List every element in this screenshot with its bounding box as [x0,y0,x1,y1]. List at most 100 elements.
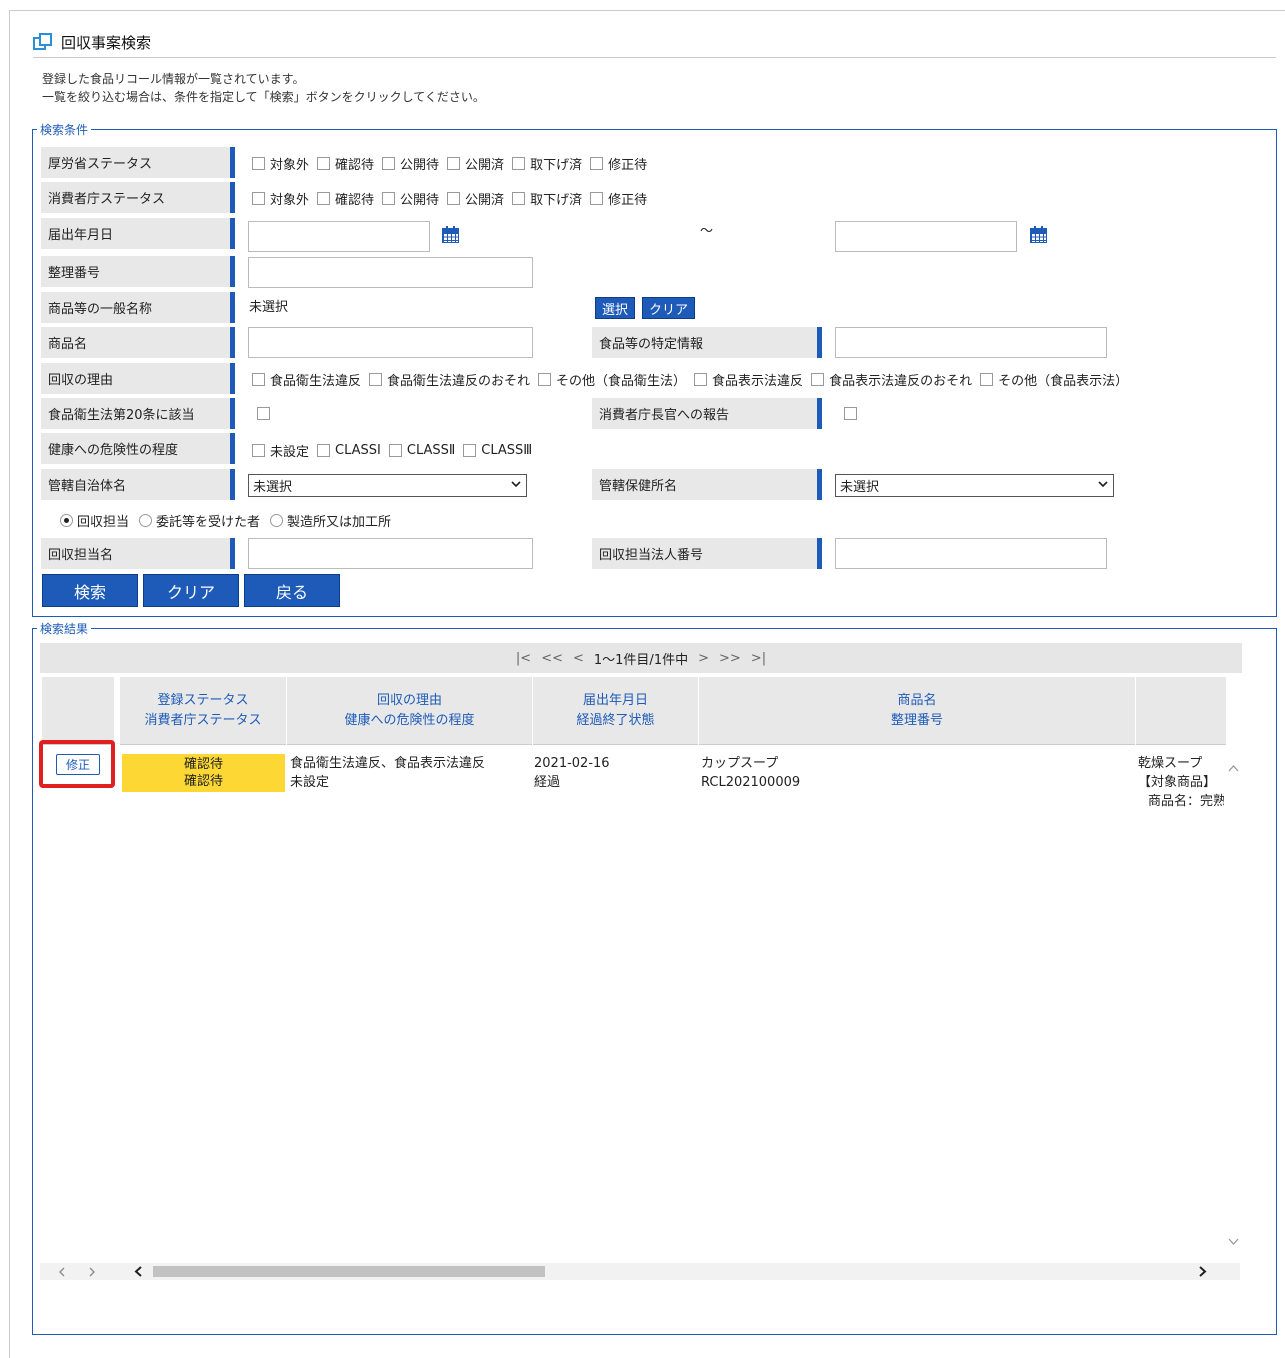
radio-consignee[interactable]: 委託等を受けた者 [139,511,260,530]
checkbox[interactable] [317,157,331,170]
checkbox[interactable] [382,157,396,170]
chevron-left-icon[interactable] [134,1266,143,1277]
horizontal-scrollbar[interactable] [40,1263,1240,1280]
search-conditions-legend: 検索条件 [37,121,92,138]
description-line-2: 一覧を絞り込む場合は、条件を指定して「検索」ボタンをクリックしてください。 [42,90,485,104]
reason-cell: 食品衛生法違反、食品表示法違反 未設定 [290,756,486,790]
caa-report-checkbox[interactable] [844,407,857,420]
radio-button[interactable] [270,514,284,527]
caa-status-option[interactable]: 公開待 [382,189,439,208]
checkbox[interactable] [382,192,396,205]
page-description: 登録した食品リコール情報が一覧されています。 一覧を絞り込む場合は、条件を指定し… [42,70,485,106]
header-reason: 回収の理由 健康への危険性の程度 [287,677,532,745]
registration-status: 確認待 [183,757,223,772]
caa-status-option[interactable]: 対象外 [252,189,309,208]
pager-info: 1～1件目/1件中 [593,652,689,668]
ref-no-input[interactable] [248,257,533,288]
date-to-input[interactable] [835,221,1017,252]
caa-status-options: 対象外 確認待 公開待 公開済 取下げ済 修正待 [252,189,655,208]
search-button[interactable]: 検索 [42,574,138,607]
checkbox[interactable] [811,373,825,386]
radio-manufacturer[interactable]: 製造所又は加工所 [270,511,391,530]
product-cell: カップスープ RCL202100009 [701,756,801,790]
radio-button[interactable] [139,514,153,527]
reason-option[interactable]: その他（食品衛生法） [538,370,686,389]
checkbox[interactable] [252,373,265,386]
checkbox[interactable] [317,444,331,457]
reason-option[interactable]: 食品衛生法違反 [252,370,361,389]
checkbox[interactable] [512,157,526,170]
municipality-label: 管轄自治体名 [41,469,235,500]
pager-prev[interactable]: < [573,651,584,666]
pager-first[interactable]: |< [516,651,531,666]
clear-generic-button[interactable]: クリア [642,297,696,319]
checkbox[interactable] [388,444,402,457]
mhlw-status-option[interactable]: 修正待 [590,154,647,173]
pager-last[interactable]: >| [751,651,766,666]
chevron-right-icon[interactable] [88,1267,96,1277]
municipality-select-value: 未選択 [253,480,293,495]
calendar-icon[interactable] [1030,226,1047,243]
reason-option[interactable]: 食品表示法違反のおそれ [811,370,972,389]
product-name-input[interactable] [248,327,533,358]
food-specific-input[interactable] [835,327,1107,358]
caa-status-option[interactable]: 修正待 [590,189,647,208]
recall-person-input[interactable] [248,538,533,569]
reason-option[interactable]: その他（食品表示法） [980,370,1128,389]
chevron-up-icon[interactable] [1228,764,1239,772]
chevron-right-icon[interactable] [1198,1266,1207,1277]
checkbox[interactable] [317,192,331,205]
health-center-select-value: 未選択 [840,480,880,495]
checkbox[interactable] [252,157,265,170]
mhlw-status-option[interactable]: 公開待 [382,154,439,173]
risk-option[interactable]: CLASSⅡ [388,443,455,458]
reason-option[interactable]: 食品衛生法違反のおそれ [369,370,530,389]
caa-status-option[interactable]: 公開済 [447,189,504,208]
mhlw-status-option[interactable]: 対象外 [252,154,309,173]
checkbox[interactable] [980,373,994,386]
checkbox[interactable] [694,373,708,386]
mhlw-status-option[interactable]: 確認待 [317,154,374,173]
description-line-1: 登録した食品リコール情報が一覧されています。 [42,72,305,86]
checkbox[interactable] [252,192,265,205]
checkbox[interactable] [252,444,265,457]
date-from-input[interactable] [248,221,430,252]
checkbox[interactable] [538,373,552,386]
calendar-icon[interactable] [442,226,459,243]
recall-party-radio-group: 回収担当 委託等を受けた者 製造所又は加工所 [60,511,401,530]
vertical-scrollbar[interactable] [1226,750,1241,1262]
municipality-select[interactable]: 未選択 [248,474,527,497]
caa-status: 確認待 [183,774,223,789]
mhlw-status-option[interactable]: 公開済 [447,154,504,173]
checkbox[interactable] [590,192,604,205]
risk-option[interactable]: CLASSⅠ [317,443,381,458]
caa-status-option[interactable]: 確認待 [317,189,374,208]
caa-status-option[interactable]: 取下げ済 [512,189,582,208]
checkbox[interactable] [447,157,461,170]
checkbox[interactable] [369,373,383,386]
back-button[interactable]: 戻る [244,574,340,607]
pager-next[interactable]: > [698,651,709,666]
checkbox[interactable] [590,157,604,170]
scrollbar-thumb[interactable] [153,1266,545,1277]
mhlw-status-options: 対象外 確認待 公開待 公開済 取下げ済 修正待 [252,154,655,173]
clear-button[interactable]: クリア [143,574,239,607]
reason-option[interactable]: 食品表示法違反 [694,370,803,389]
health-center-select[interactable]: 未選択 [835,474,1114,497]
chevron-left-icon[interactable] [58,1267,66,1277]
pager-next-page[interactable]: >> [719,651,741,666]
select-button[interactable]: 選択 [595,297,636,319]
corp-no-input[interactable] [835,538,1107,569]
generic-name-value: 未選択 [249,300,289,315]
radio-button[interactable] [60,514,73,527]
checkbox[interactable] [447,192,461,205]
risk-option[interactable]: 未設定 [252,441,309,460]
pager-prev-page[interactable]: << [541,651,563,666]
chevron-down-icon[interactable] [1228,1238,1239,1246]
risk-option[interactable]: CLASSⅢ [463,443,532,458]
mhlw-status-option[interactable]: 取下げ済 [512,154,582,173]
checkbox[interactable] [463,444,477,457]
checkbox[interactable] [512,192,526,205]
radio-recall-person[interactable]: 回収担当 [60,511,129,530]
art20-checkbox[interactable] [257,407,270,420]
